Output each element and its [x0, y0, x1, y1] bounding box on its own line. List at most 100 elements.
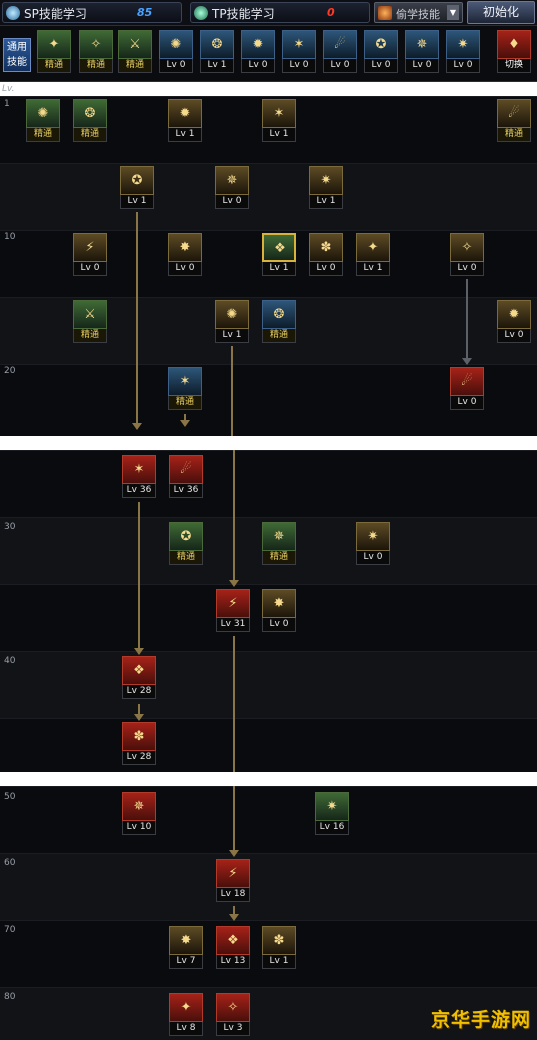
skill-p1-20[interactable]: ☄ Lv 0: [450, 367, 484, 413]
skill-p1-9[interactable]: ⚡ Lv 0: [73, 233, 107, 279]
skill-p2-2[interactable]: ☄ Lv 36: [169, 455, 203, 501]
skill-p1-14[interactable]: ✧ Lv 0: [450, 233, 484, 279]
skill-level-label: 精通: [37, 59, 71, 73]
skill-p1-18[interactable]: ✹ Lv 0: [497, 300, 531, 346]
common-skill-8-icon: ☄: [323, 30, 357, 59]
skill-p1-7[interactable]: ✵ Lv 0: [215, 166, 249, 212]
skill-p2-1[interactable]: ✶ Lv 36: [122, 455, 156, 501]
skill-icon: ❖: [216, 926, 250, 955]
skill-level-label: Lv 1: [356, 262, 390, 276]
skill-icon: ✸: [168, 233, 202, 262]
steal-skill-label: 偷学技能: [396, 8, 440, 21]
skill-level-label: Lv 7: [169, 955, 203, 969]
common-skill-5[interactable]: ❂ Lv 1: [200, 30, 234, 76]
skill-icon: ✵: [122, 792, 156, 821]
common-skill-6[interactable]: ✹ Lv 0: [241, 30, 275, 76]
skill-p1-5[interactable]: ☄ 精通: [497, 99, 531, 145]
skill-p1-12[interactable]: ✽ Lv 0: [309, 233, 343, 279]
skill-p1-2[interactable]: ❂ 精通: [73, 99, 107, 145]
common-skill-8[interactable]: ☄ Lv 0: [323, 30, 357, 76]
skill-icon: ❖: [122, 656, 156, 685]
skill-icon: ✺: [26, 99, 60, 128]
steal-skill-icon: [378, 6, 392, 20]
top-bar: SP技能学习 85 TP技能学习 0 偷学技能 ▼ 初始化: [0, 0, 537, 26]
skill-p3-6[interactable]: ✽ Lv 1: [262, 926, 296, 972]
skill-p1-15[interactable]: ⚔ 精通: [73, 300, 107, 346]
skill-icon: ✺: [215, 300, 249, 329]
skill-icon: ❖: [262, 233, 296, 262]
skill-p3-2[interactable]: ✷ Lv 16: [315, 792, 349, 838]
skill-p1-11[interactable]: ❖ Lv 1: [262, 233, 296, 279]
level-label-1: 1: [4, 99, 10, 109]
skill-icon: ✵: [215, 166, 249, 195]
level-label-80: 80: [4, 992, 16, 1002]
skill-p1-6[interactable]: ✪ Lv 1: [120, 166, 154, 212]
skill-icon: ✸: [169, 926, 203, 955]
swap-skill-label: 切换: [497, 59, 531, 73]
skill-p1-13[interactable]: ✦ Lv 1: [356, 233, 390, 279]
skill-level-label: Lv 1: [215, 329, 249, 343]
skill-p2-5[interactable]: ✷ Lv 0: [356, 522, 390, 568]
skill-p3-7[interactable]: ✦ Lv 8: [169, 993, 203, 1039]
skill-p1-16[interactable]: ✺ Lv 1: [215, 300, 249, 346]
common-skill-4[interactable]: ✺ Lv 0: [159, 30, 193, 76]
common-skill-10[interactable]: ✵ Lv 0: [405, 30, 439, 76]
common-skill-1[interactable]: ✦ 精通: [37, 30, 71, 76]
steal-skill-dropdown[interactable]: 偷学技能 ▼: [374, 2, 463, 23]
skill-p2-7[interactable]: ✸ Lv 0: [262, 589, 296, 635]
skill-p3-5[interactable]: ❖ Lv 13: [216, 926, 250, 972]
skill-p1-10[interactable]: ✸ Lv 0: [168, 233, 202, 279]
skill-p3-8[interactable]: ✧ Lv 3: [216, 993, 250, 1039]
common-skill-9-icon: ✪: [364, 30, 398, 59]
skill-p3-4[interactable]: ✸ Lv 7: [169, 926, 203, 972]
common-skills-row: 通用 技能 ✦ 精通 ✧ 精通 ⚔ 精通 ✺ Lv 0 ❂ Lv 1 ✹ Lv 0 ✶ Lv 0 ☄ Lv 0…: [0, 26, 537, 82]
skill-icon: ⚡: [216, 589, 250, 618]
skill-level-label: Lv 36: [122, 484, 156, 498]
skill-p3-3[interactable]: ⚡ Lv 18: [216, 859, 250, 905]
skill-level-label: Lv 36: [169, 484, 203, 498]
skill-p2-6[interactable]: ⚡ Lv 31: [216, 589, 250, 635]
skill-p3-1[interactable]: ✵ Lv 10: [122, 792, 156, 838]
skill-icon: ☄: [169, 455, 203, 484]
common-skill-1-icon: ✦: [37, 30, 71, 59]
skill-p1-17[interactable]: ❂ 精通: [262, 300, 296, 346]
swap-skill-icon: ♦: [497, 30, 531, 59]
skill-p1-1[interactable]: ✺ 精通: [26, 99, 60, 145]
common-skill-9[interactable]: ✪ Lv 0: [364, 30, 398, 76]
swap-skill-button[interactable]: ♦ 切换: [497, 30, 531, 76]
skill-level-label: Lv 0: [364, 59, 398, 73]
skill-level-label: 精通: [168, 396, 202, 410]
skill-icon: ✽: [309, 233, 343, 262]
common-skill-2[interactable]: ✧ 精通: [79, 30, 113, 76]
skill-level-label: 精通: [262, 329, 296, 343]
skill-p2-9[interactable]: ✽ Lv 28: [122, 722, 156, 768]
common-skill-3[interactable]: ⚔ 精通: [118, 30, 152, 76]
skill-p1-4[interactable]: ✶ Lv 1: [262, 99, 296, 145]
skill-level-label: Lv 0: [446, 59, 480, 73]
skill-level-label: Lv 1: [309, 195, 343, 209]
common-skill-4-icon: ✺: [159, 30, 193, 59]
skill-p2-3[interactable]: ✪ 精通: [169, 522, 203, 568]
skill-icon: ✧: [450, 233, 484, 262]
common-skill-7[interactable]: ✶ Lv 0: [282, 30, 316, 76]
common-skill-11[interactable]: ✷ Lv 0: [446, 30, 480, 76]
skill-icon: ✶: [168, 367, 202, 396]
skill-p1-8[interactable]: ✷ Lv 1: [309, 166, 343, 212]
skill-p2-8[interactable]: ❖ Lv 28: [122, 656, 156, 702]
skill-level-label: Lv 0: [450, 262, 484, 276]
chevron-down-icon: ▼: [447, 5, 459, 20]
skill-p1-19[interactable]: ✶ 精通: [168, 367, 202, 413]
skill-level-label: Lv 0: [405, 59, 439, 73]
skill-level-label: Lv 13: [216, 955, 250, 969]
skill-p2-4[interactable]: ✵ 精通: [262, 522, 296, 568]
skill-icon: ☄: [450, 367, 484, 396]
tp-skill-tab[interactable]: TP技能学习 0: [190, 2, 370, 23]
skill-p1-3[interactable]: ✹ Lv 1: [168, 99, 202, 145]
skill-icon: ✪: [169, 522, 203, 551]
skill-level-label: Lv 0: [262, 618, 296, 632]
skill-level-label: 精通: [497, 128, 531, 142]
skill-level-label: Lv 1: [120, 195, 154, 209]
skill-level-label: Lv 18: [216, 888, 250, 902]
sp-skill-tab[interactable]: SP技能学习 85: [2, 2, 182, 23]
initialize-button[interactable]: 初始化: [467, 1, 535, 24]
